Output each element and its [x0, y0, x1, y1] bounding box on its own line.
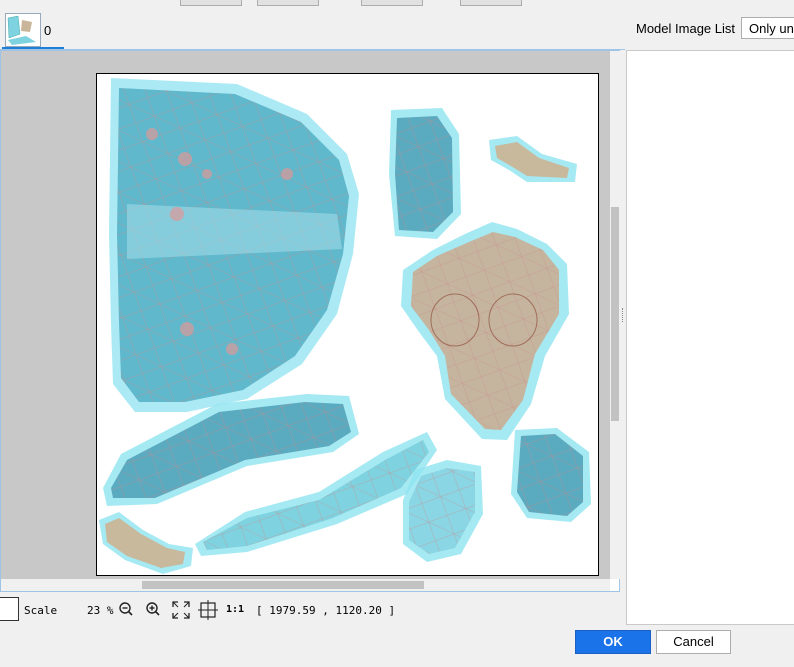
uv-island-hand-lower: [99, 512, 193, 574]
horizontal-scroll-thumb[interactable]: [142, 581, 424, 589]
viewer-viewport[interactable]: [1, 51, 610, 579]
uv-island-patch-middle: [403, 460, 483, 562]
tab-texture-0[interactable]: 0: [2, 11, 64, 50]
image-filter-select[interactable]: Only un: [741, 17, 794, 39]
toolbar-button-4[interactable]: [460, 0, 522, 6]
viewer-status-bar: Scale 23 % 1:1 [ 1979.59 , 1120.20 ]: [0, 594, 620, 624]
model-image-list-label: Model Image List: [636, 21, 735, 36]
dialog-footer: OK Cancel: [0, 625, 794, 667]
zoom-in-icon[interactable]: [145, 600, 161, 618]
uv-layout-drawing: [99, 78, 591, 574]
splitter-grip[interactable]: [622, 308, 625, 322]
zoom-out-icon[interactable]: [118, 600, 134, 618]
uv-island-torso: [401, 222, 569, 440]
model-image-list[interactable]: [626, 50, 794, 625]
cancel-button[interactable]: Cancel: [656, 630, 731, 654]
uv-island-patch-right: [511, 428, 591, 522]
fit-view-icon[interactable]: [171, 600, 191, 619]
zoom-percent: 23 %: [87, 604, 114, 617]
toolbar-button-2[interactable]: [257, 0, 319, 6]
actual-size-button[interactable]: 1:1: [226, 604, 244, 615]
uv-island-hand-upper: [489, 136, 577, 182]
vertical-scroll-thumb[interactable]: [611, 207, 619, 421]
uv-island-skirt: [109, 78, 359, 412]
toolbar-button-1[interactable]: [180, 0, 242, 6]
tab-label: 0: [44, 23, 52, 38]
top-toolbar-strip: [0, 0, 794, 8]
image-tab-bar: 0: [0, 8, 625, 50]
horizontal-scrollbar[interactable]: [1, 579, 610, 591]
uv-texture-viewer: [0, 50, 620, 592]
scale-label: Scale: [24, 604, 58, 617]
ok-button[interactable]: OK: [575, 630, 651, 654]
color-swatch[interactable]: [0, 597, 19, 621]
toolbar-button-3[interactable]: [361, 0, 423, 6]
texture-canvas[interactable]: [96, 73, 599, 576]
vertical-scrollbar[interactable]: [610, 51, 620, 579]
cursor-coordinates: [ 1979.59 , 1120.20 ]: [256, 604, 396, 617]
uv-island-sleeve-top: [389, 108, 461, 239]
texture-thumbnail: [5, 13, 41, 47]
center-icon[interactable]: [198, 600, 218, 620]
